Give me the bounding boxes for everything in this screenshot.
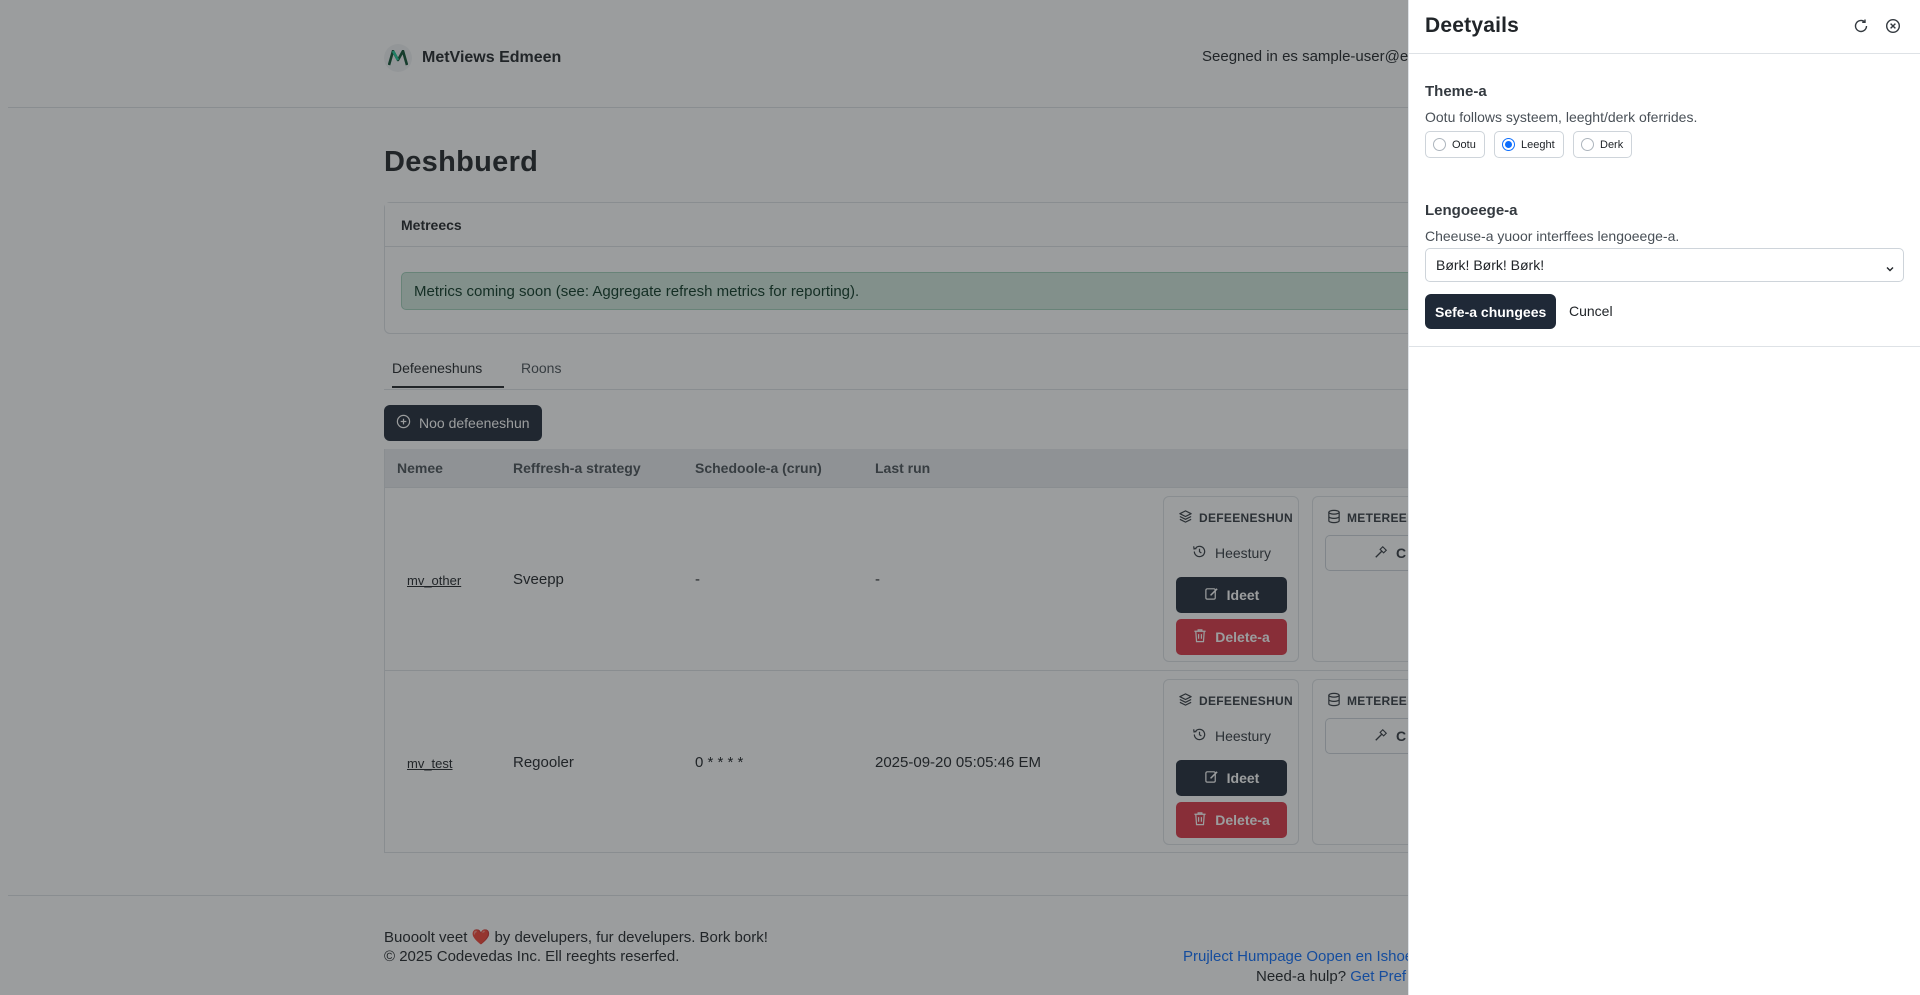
language-select[interactable]: Børk! Børk! Børk! [1425,248,1904,282]
details-panel-body: Theme-a Ootu follows systeem, leeght/der… [1409,54,1920,347]
language-help-text: Cheeuse-a yuoor interffees lengoeege-a. [1425,228,1680,244]
theme-option-light[interactable]: Leeght [1494,131,1564,158]
theme-option-light-label: Leeght [1521,138,1555,151]
cancel-button[interactable]: Cuncel [1569,303,1613,319]
theme-option-auto[interactable]: Ootu [1425,131,1485,158]
language-selected-value: Børk! Børk! Børk! [1436,257,1545,273]
chevron-down-icon [1885,261,1895,272]
theme-help-text: Ootu follows systeem, leeght/derk oferri… [1425,109,1698,125]
refresh-icon[interactable] [1851,16,1871,36]
language-section-title: Lengoeege-a [1425,202,1518,219]
close-icon[interactable] [1883,16,1903,36]
theme-option-dark[interactable]: Derk [1573,131,1633,158]
theme-section-title: Theme-a [1425,83,1487,100]
modal-backdrop[interactable] [0,0,1408,995]
details-panel-header: Deetyails [1409,0,1920,54]
theme-option-dark-label: Derk [1600,138,1624,151]
theme-option-auto-label: Ootu [1452,138,1476,151]
details-panel: Deetyails Theme-a Ootu follows systeem, … [1408,0,1920,995]
save-changes-button[interactable]: Sefe-a chungees [1425,294,1557,329]
radio-auto[interactable] [1433,138,1446,151]
details-panel-title: Deetyails [1425,14,1520,37]
radio-dark[interactable] [1581,138,1594,151]
radio-light[interactable] [1502,138,1515,151]
